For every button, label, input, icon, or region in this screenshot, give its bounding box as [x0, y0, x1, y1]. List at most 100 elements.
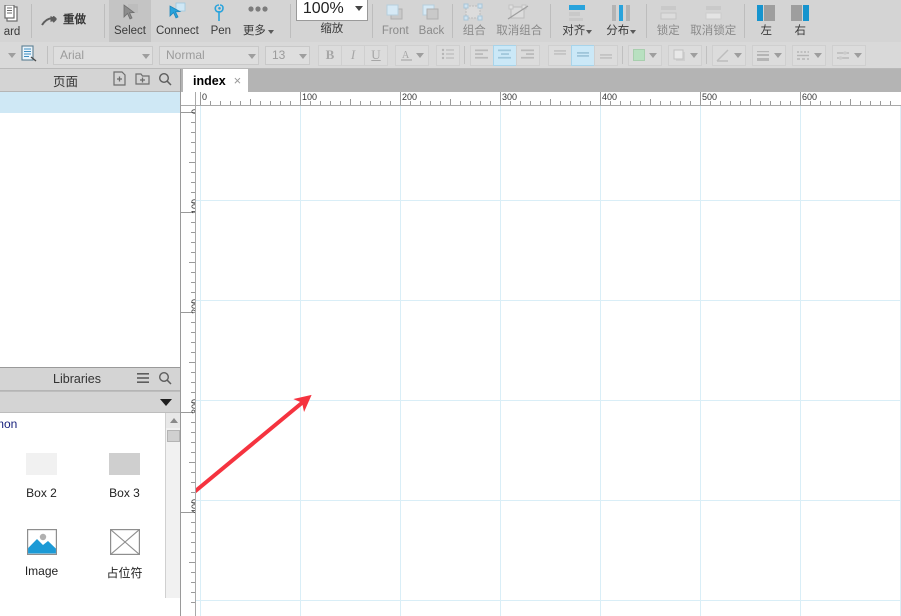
- lock-icon: [656, 1, 680, 25]
- search-icon[interactable]: [158, 72, 172, 89]
- tab-label: index: [193, 74, 226, 88]
- widget-item-next-a[interactable]: [0, 595, 83, 598]
- line-style-button[interactable]: [792, 45, 826, 66]
- font-size-value: 13: [272, 48, 285, 62]
- font-size-select[interactable]: 13: [265, 46, 310, 65]
- page-item-3[interactable]: 3: [0, 155, 180, 176]
- tab-index[interactable]: index ×: [183, 69, 248, 92]
- line-arrow-button[interactable]: [832, 45, 866, 66]
- align-right-button[interactable]: [516, 45, 540, 66]
- style-brush-button[interactable]: [16, 45, 42, 65]
- line-angle-button[interactable]: [712, 45, 746, 66]
- lock-button[interactable]: 锁定: [651, 0, 685, 42]
- pen-tool-button[interactable]: Pen: [204, 0, 238, 42]
- bring-front-button[interactable]: Front: [377, 0, 414, 42]
- fill-color-icon: [633, 49, 657, 61]
- shadow-button[interactable]: [668, 45, 702, 66]
- distribute-button[interactable]: 分布: [599, 0, 643, 42]
- valign-middle-button[interactable]: [571, 45, 595, 66]
- group-button[interactable]: 组合: [457, 0, 491, 42]
- chevron-down-icon: [8, 53, 16, 58]
- toolbar-group-zoom: 100% 缩放: [291, 0, 373, 42]
- clipboard-button[interactable]: ard: [0, 0, 29, 42]
- image-icon: [27, 523, 57, 561]
- widget-item-box2[interactable]: Box 2: [0, 439, 83, 517]
- font-family-select[interactable]: Arial: [53, 46, 153, 65]
- bullet-list-button[interactable]: [436, 45, 460, 66]
- send-back-icon: [420, 1, 442, 25]
- underline-button[interactable]: U: [364, 45, 388, 66]
- ruler-tick-minor: [650, 99, 651, 106]
- fmt-leading-caret[interactable]: [0, 53, 16, 58]
- group-label: 组合: [463, 25, 486, 38]
- chevron-down-icon: [690, 53, 698, 58]
- divider: [622, 46, 623, 64]
- ungroup-label: 取消组合: [496, 25, 542, 38]
- align-icon: [565, 1, 589, 25]
- library-select[interactable]: [0, 391, 180, 413]
- box-light-icon: [26, 445, 57, 483]
- ruler-tick-minor: [189, 262, 196, 263]
- chevron-down-icon: [136, 48, 150, 62]
- font-color-button[interactable]: A: [395, 45, 429, 66]
- widget-item-next-b[interactable]: [83, 595, 166, 598]
- zoom-combobox[interactable]: 100%: [296, 0, 368, 21]
- widget-item-placeholder[interactable]: 占位符: [83, 517, 166, 595]
- toolbar-group-lock: 锁定 取消锁定: [647, 0, 745, 42]
- design-canvas[interactable]: [196, 106, 901, 616]
- align-label: 对齐: [562, 25, 592, 38]
- scroll-up-button[interactable]: [166, 413, 180, 428]
- align-right-icon: [521, 48, 535, 63]
- align-left-button[interactable]: [470, 45, 494, 66]
- bullet-list-icon: [441, 48, 455, 63]
- chevron-down-icon: [416, 53, 424, 58]
- ruler-tick-major: [400, 92, 401, 106]
- left-panel-button[interactable]: 左: [749, 0, 783, 42]
- right-panel-button[interactable]: 右: [783, 0, 817, 42]
- add-folder-icon[interactable]: [135, 71, 150, 89]
- menu-icon[interactable]: [136, 372, 150, 387]
- page-item-2[interactable]: 2: [0, 134, 180, 155]
- horizontal-align-group: [470, 45, 539, 66]
- widget-item-image[interactable]: Image: [0, 517, 83, 595]
- unlock-button[interactable]: 取消锁定: [685, 0, 741, 42]
- widget-item-box3[interactable]: Box 3: [83, 439, 166, 517]
- ruler-tick-minor: [850, 99, 851, 106]
- line-angle-icon: [716, 49, 742, 62]
- ruler-corner: [181, 92, 196, 106]
- font-color-icon: A: [400, 48, 424, 62]
- font-weight-select[interactable]: Normal: [159, 46, 259, 65]
- page-item-1[interactable]: 1: [0, 113, 180, 134]
- zoom-value: 100%: [303, 0, 344, 18]
- page-item-root[interactable]: [0, 92, 180, 113]
- line-width-button[interactable]: [752, 45, 786, 66]
- valign-bottom-button[interactable]: [594, 45, 618, 66]
- scrollbar-thumb[interactable]: [167, 430, 180, 442]
- valign-top-button[interactable]: [548, 45, 572, 66]
- select-tool-button[interactable]: Select: [109, 0, 151, 42]
- bold-button[interactable]: B: [318, 45, 342, 66]
- close-icon[interactable]: ×: [234, 74, 242, 87]
- chevron-down-icon: [854, 53, 862, 58]
- more-tools-button[interactable]: 更多: [238, 0, 279, 42]
- align-button[interactable]: 对齐: [555, 0, 599, 42]
- placeholder-icon: [110, 523, 140, 561]
- chevron-down-icon: [355, 6, 363, 11]
- fill-color-button[interactable]: [628, 45, 662, 66]
- libraries-scrollbar[interactable]: [165, 413, 180, 598]
- toolbar-group-arrange: Front Back: [373, 0, 453, 42]
- unlock-label: 取消锁定: [690, 25, 736, 38]
- ungroup-button[interactable]: 取消组合: [491, 0, 547, 42]
- underline-label: U: [371, 47, 380, 63]
- redo-button[interactable]: 重做: [36, 12, 91, 30]
- pen-icon: [211, 1, 231, 25]
- pages-panel-actions: [113, 71, 180, 89]
- libraries-panel-header: Libraries: [0, 368, 180, 391]
- connect-tool-button[interactable]: Connect: [151, 0, 204, 42]
- add-page-icon[interactable]: [113, 71, 127, 89]
- ruler-tick-major: [500, 92, 501, 106]
- align-center-button[interactable]: [493, 45, 517, 66]
- italic-button[interactable]: I: [341, 45, 365, 66]
- search-icon[interactable]: [158, 371, 172, 388]
- send-back-button[interactable]: Back: [414, 0, 450, 42]
